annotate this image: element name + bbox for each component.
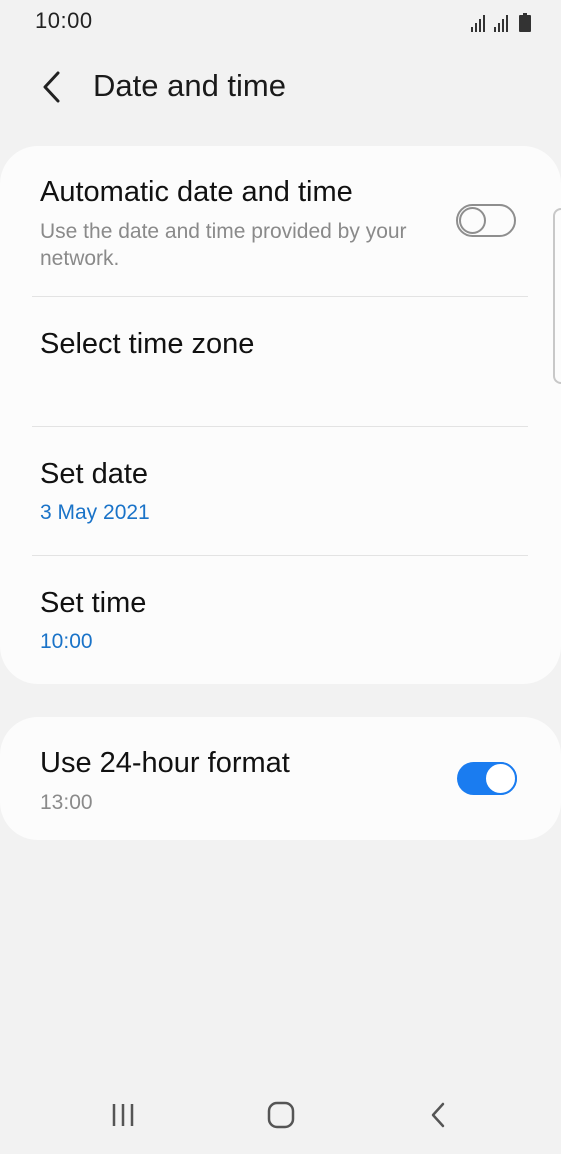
scrollbar[interactable] <box>553 208 561 384</box>
format-settings-card: Use 24-hour format 13:00 <box>0 717 561 840</box>
use-24-hour-format-title: Use 24-hour format <box>40 747 290 779</box>
battery-icon <box>519 13 531 32</box>
home-icon <box>267 1101 295 1129</box>
set-date-value: 3 May 2021 <box>40 501 150 524</box>
automatic-date-time-toggle[interactable] <box>456 204 516 237</box>
set-time-item[interactable]: Set time 10:00 <box>0 556 561 684</box>
toggle-knob <box>459 207 486 234</box>
back-icon <box>431 1102 445 1128</box>
page-title: Date and time <box>93 68 286 103</box>
chevron-left-icon <box>43 71 60 103</box>
use-24-hour-format-toggle[interactable] <box>457 762 517 795</box>
recents-icon <box>112 1104 134 1126</box>
select-time-zone-item[interactable]: Select time zone <box>0 297 561 426</box>
signal-icon <box>471 14 485 32</box>
use-24-hour-format-item[interactable]: Use 24-hour format 13:00 <box>0 717 561 840</box>
set-date-title: Set date <box>40 458 149 490</box>
nav-back-button[interactable] <box>408 1090 468 1140</box>
set-time-value: 10:00 <box>40 630 93 653</box>
set-time-title: Set time <box>40 587 147 619</box>
date-time-settings-card: Automatic date and time Use the date and… <box>0 146 561 684</box>
set-date-item[interactable]: Set date 3 May 2021 <box>0 427 561 555</box>
recents-button[interactable] <box>94 1090 154 1140</box>
status-time: 10:00 <box>35 8 93 33</box>
signal-icon <box>494 14 508 32</box>
use-24-hour-format-value: 13:00 <box>40 791 93 814</box>
status-icons <box>471 10 531 32</box>
automatic-date-time-item[interactable]: Automatic date and time Use the date and… <box>0 146 561 296</box>
automatic-date-time-subtitle: Use the date and time provided by your n… <box>40 220 407 270</box>
back-button[interactable] <box>30 65 74 109</box>
toggle-knob <box>484 762 517 795</box>
navigation-bar <box>0 1080 561 1154</box>
app-header: Date and time <box>0 55 561 125</box>
home-button[interactable] <box>251 1090 311 1140</box>
automatic-date-time-title: Automatic date and time <box>40 176 353 208</box>
status-bar: 10:00 <box>0 0 561 42</box>
select-time-zone-title: Select time zone <box>40 328 255 360</box>
